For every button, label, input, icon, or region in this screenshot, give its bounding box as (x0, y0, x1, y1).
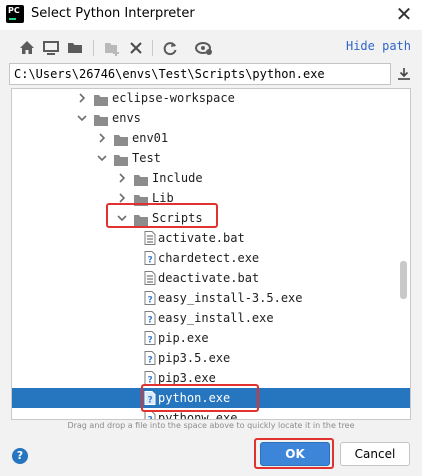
tree-folder-row[interactable]: Include (12, 168, 410, 188)
tree-file-row[interactable]: ? easy_install.exe (12, 308, 410, 328)
select-interpreter-dialog: PC Select Python Interpreter ✕ Hide path (0, 0, 422, 476)
batch-file-icon (144, 231, 156, 245)
svg-text:?: ? (148, 256, 153, 266)
folder-icon (94, 92, 108, 106)
tree-item-label: easy_install.exe (158, 311, 274, 325)
pycharm-logo-icon: PC (6, 5, 24, 23)
new-folder-icon[interactable] (102, 38, 122, 58)
chevron-right-icon[interactable] (116, 188, 128, 208)
app-icon-text: PC (8, 6, 20, 15)
tree-item-label: pip3.exe (158, 371, 216, 385)
tree-item-label: easy_install-3.5.exe (158, 291, 303, 305)
tree-file-row[interactable]: ? pip3.exe (12, 368, 410, 388)
tree-folder-row[interactable]: Scripts (12, 208, 410, 228)
tree-item-label: activate.bat (158, 231, 245, 245)
tree-item-label: pip.exe (158, 331, 209, 345)
tree-file-row[interactable]: ? pip.exe (12, 328, 410, 348)
folder-icon (94, 112, 108, 126)
close-icon[interactable]: ✕ (392, 2, 416, 26)
unknown-file-icon: ? (144, 391, 156, 406)
tree-folder-row[interactable]: Test (12, 148, 410, 168)
tree-file-row[interactable]: activate.bat (12, 228, 410, 248)
desktop-icon[interactable] (41, 38, 61, 58)
folder-icon (114, 152, 128, 166)
folder-icon (114, 132, 128, 146)
unknown-file-icon: ? (144, 311, 156, 326)
tree-item-label: deactivate.bat (158, 271, 260, 285)
unknown-file-icon: ? (144, 371, 156, 386)
tree-folder-row[interactable]: eclipse-workspace (12, 89, 410, 108)
chevron-down-icon[interactable] (96, 148, 108, 168)
hide-path-link[interactable]: Hide path (346, 39, 411, 53)
tree-file-row[interactable]: ? python.exe (12, 388, 410, 408)
tree-file-row[interactable]: ? pip3.5.exe (12, 348, 410, 368)
download-icon[interactable] (396, 66, 412, 82)
tree-item-label: python.exe (158, 391, 231, 405)
file-tree[interactable]: eclipse-workspace envs env01 Test Include Lib… (11, 88, 411, 420)
cancel-button[interactable]: Cancel (340, 442, 410, 466)
tree-file-row[interactable]: ? chardetect.exe (12, 248, 410, 268)
tree-item-label: pip3.5.exe (158, 351, 231, 365)
unknown-file-icon: ? (144, 411, 156, 421)
path-input[interactable] (9, 63, 391, 85)
tree-file-row[interactable]: ? pythonw.exe (12, 408, 410, 421)
toolbar: Hide path (0, 30, 422, 62)
tree-folder-row[interactable]: envs (12, 108, 410, 128)
svg-text:?: ? (148, 396, 153, 406)
chevron-right-icon[interactable] (76, 89, 88, 108)
svg-text:?: ? (148, 376, 153, 386)
ok-button[interactable]: OK (260, 442, 330, 466)
folder-icon (134, 172, 148, 186)
tree-folder-row[interactable]: Lib (12, 188, 410, 208)
home-icon[interactable] (17, 38, 37, 58)
tree-folder-row[interactable]: env01 (12, 128, 410, 148)
chevron-down-icon[interactable] (76, 108, 88, 128)
unknown-file-icon: ? (144, 331, 156, 346)
tree-item-label: eclipse-workspace (112, 91, 235, 105)
tree-item-label: env01 (132, 131, 169, 145)
folder-icon (134, 192, 148, 206)
chevron-down-icon[interactable] (116, 208, 128, 228)
help-button[interactable]: ? (12, 448, 28, 464)
folder-icon[interactable] (65, 38, 85, 58)
show-hidden-icon[interactable] (194, 38, 214, 58)
svg-text:?: ? (148, 316, 153, 326)
unknown-file-icon: ? (144, 291, 156, 306)
folder-icon (134, 212, 148, 226)
chevron-right-icon[interactable] (116, 168, 128, 188)
tree-item-label: Test (132, 151, 161, 165)
title-bar: PC Select Python Interpreter ✕ (0, 0, 422, 30)
unknown-file-icon: ? (144, 251, 156, 266)
drag-drop-hint: Drag and drop a file into the space abov… (67, 421, 355, 430)
path-row (0, 62, 422, 88)
tree-item-label: envs (112, 111, 141, 125)
svg-text:?: ? (148, 356, 153, 366)
tree-file-row[interactable]: ? easy_install-3.5.exe (12, 288, 410, 308)
tree-item-label: Scripts (152, 211, 203, 225)
tree-item-label: Lib (152, 191, 174, 205)
tree-file-row[interactable]: deactivate.bat (12, 268, 410, 288)
svg-text:?: ? (148, 336, 153, 346)
window-title: Select Python Interpreter (31, 6, 195, 21)
tree-item-label: pythonw.exe (158, 411, 238, 420)
delete-icon[interactable] (126, 38, 146, 58)
svg-text:?: ? (148, 296, 153, 306)
unknown-file-icon: ? (144, 351, 156, 366)
tree-item-label: Include (152, 171, 203, 185)
chevron-right-icon[interactable] (96, 128, 108, 148)
batch-file-icon (144, 271, 156, 285)
tree-item-label: chardetect.exe (158, 251, 260, 265)
svg-text:?: ? (148, 416, 153, 421)
refresh-icon[interactable] (160, 38, 180, 58)
